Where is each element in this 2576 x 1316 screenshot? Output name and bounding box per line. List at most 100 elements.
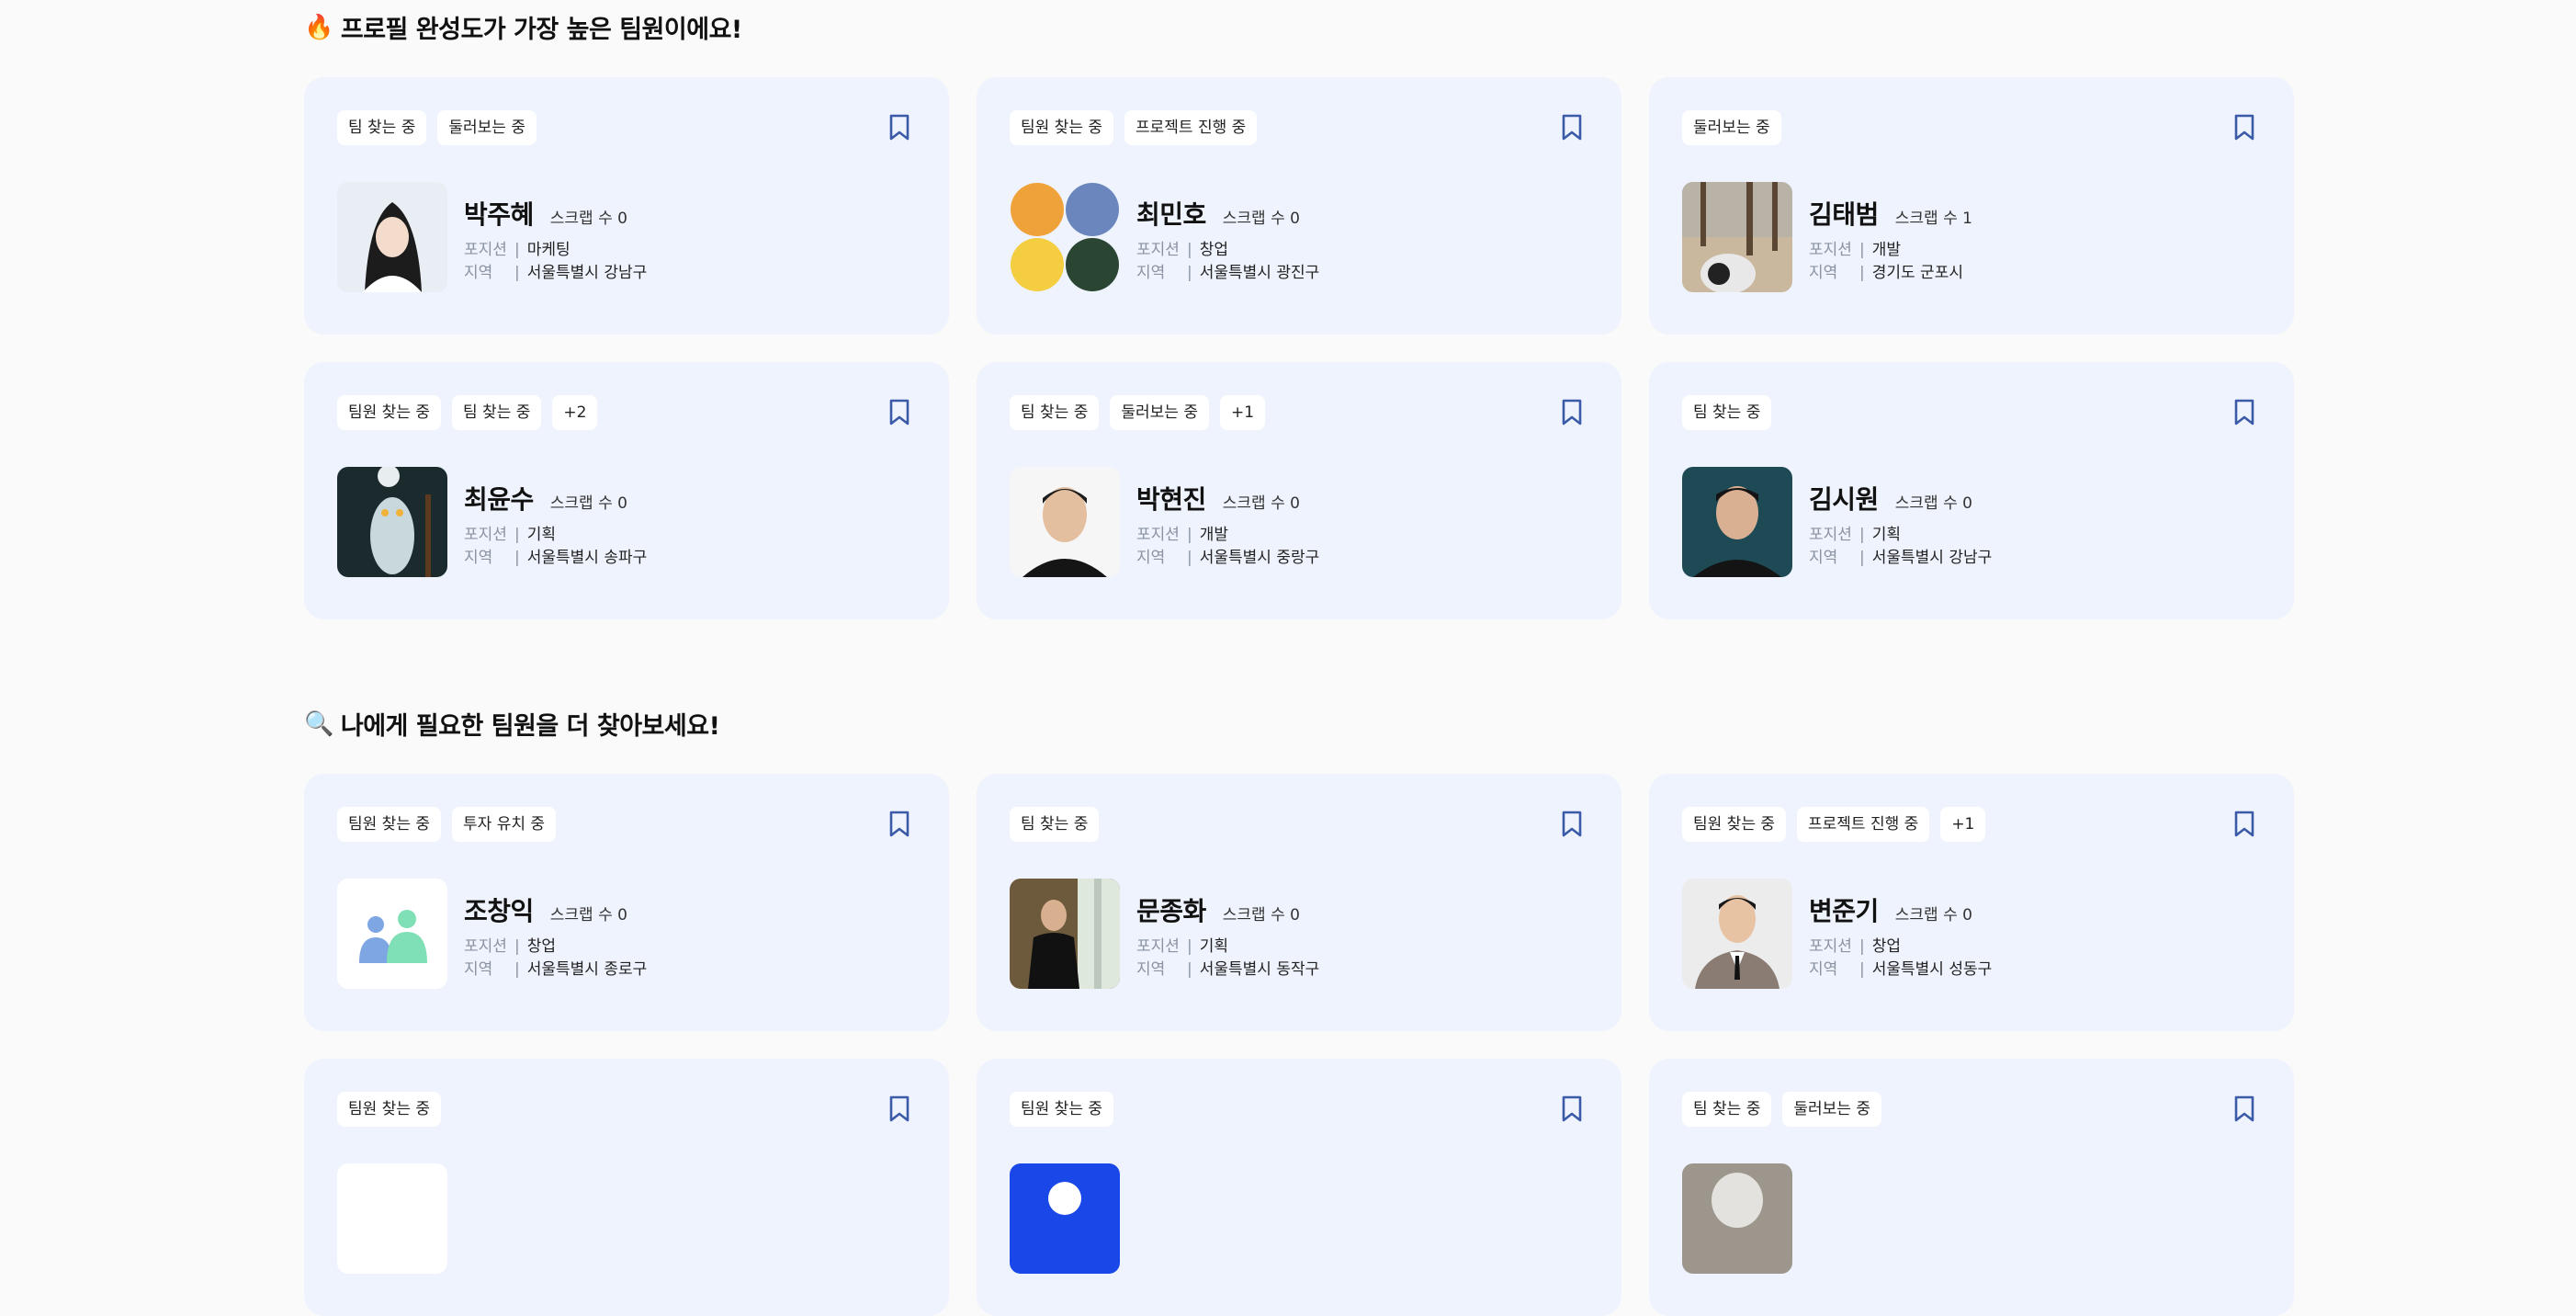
status-tag-list: 팀원 찾는 중 투자 유치 중	[337, 807, 557, 842]
member-name[interactable]: 최윤수	[464, 480, 534, 516]
region-label: 지역	[1136, 960, 1166, 979]
bookmark-icon[interactable]	[888, 1095, 910, 1123]
separator: |	[514, 264, 520, 282]
bookmark-icon[interactable]	[1561, 114, 1583, 142]
position-value: 창업	[1199, 241, 1229, 259]
avatar[interactable]	[1682, 879, 1792, 989]
profile-card[interactable]: 팀원 찾는 중 프로젝트 진행 중 +1 변준기 스크랩 수 0 포지션 | 창업 지역 | 서울특…	[1649, 774, 2294, 1031]
bookmark-icon[interactable]	[2233, 811, 2255, 838]
separator: |	[1859, 960, 1865, 979]
avatar[interactable]	[337, 182, 447, 292]
section-title: 🔍 나에게 필요한 팀원을 더 찾아보세요!	[304, 706, 720, 742]
status-tag-list: 팀 찾는 중	[1010, 807, 1100, 842]
member-name[interactable]: 조창익	[464, 891, 534, 928]
position-row: 포지션 | 기획	[1809, 524, 1992, 547]
separator: |	[1187, 526, 1192, 544]
profile-card[interactable]: 팀원 찾는 중	[977, 1059, 1621, 1316]
profile-info: 문종화 스크랩 수 0 포지션 | 기획 지역 | 서울특별시 동작구	[1136, 891, 1319, 981]
status-tag: 팀 찾는 중	[452, 395, 542, 430]
bookmark-icon[interactable]	[2233, 1095, 2255, 1123]
profile-card[interactable]: 둘러보는 중 김태범 스크랩 수 1 포지션 | 개발 지역 | 경기도 군포시	[1649, 77, 2294, 335]
name-row: 최민호 스크랩 수 0	[1136, 195, 1319, 232]
status-tag: 팀 찾는 중	[1010, 807, 1100, 842]
position-value: 창업	[1871, 937, 1902, 956]
status-tag-list: 팀 찾는 중 둘러보는 중 +1	[1010, 395, 1266, 430]
bookmark-icon[interactable]	[1561, 811, 1583, 838]
profile-card[interactable]: 팀 찾는 중 문종화 스크랩 수 0 포지션 | 기획 지역 | 서울특별시 동작구	[977, 774, 1621, 1031]
avatar[interactable]	[1682, 182, 1792, 292]
member-name[interactable]: 변준기	[1809, 891, 1879, 928]
avatar[interactable]	[337, 1163, 447, 1274]
bookmark-icon[interactable]	[888, 811, 910, 838]
profile-card[interactable]: 팀 찾는 중 둘러보는 중 박주혜 스크랩 수 0 포지션 | 마케팅 지역 | 서울특별시 강남…	[304, 77, 949, 335]
region-value: 경기도 군포시	[1871, 264, 1963, 282]
scrap-count: 스크랩 수 0	[549, 906, 627, 925]
bookmark-icon[interactable]	[1561, 399, 1583, 426]
profile-card[interactable]: 팀원 찾는 중 투자 유치 중 조창익 스크랩 수 0 포지션 | 창업 지역 | 서울특별시 종…	[304, 774, 949, 1031]
avatar[interactable]	[337, 467, 447, 577]
region-label: 지역	[1809, 264, 1838, 282]
position-label: 포지션	[1136, 526, 1180, 544]
position-label: 포지션	[464, 937, 507, 956]
avatar[interactable]	[1682, 467, 1792, 577]
profile-meta: 포지션 | 개발 지역 | 서울특별시 중랑구	[1136, 524, 1319, 570]
profile-meta: 포지션 | 창업 지역 | 서울특별시 광진구	[1136, 239, 1319, 285]
status-tag: 둘러보는 중	[1682, 110, 1781, 145]
name-row: 박현진 스크랩 수 0	[1136, 480, 1319, 516]
separator: |	[514, 526, 520, 544]
scrap-count: 스크랩 수 0	[1222, 906, 1300, 925]
status-tag: 팀 찾는 중	[1010, 395, 1100, 430]
fire-icon: 🔥	[304, 13, 333, 41]
status-tag-list: 팀 찾는 중 둘러보는 중	[1682, 1092, 1881, 1127]
status-tag: 팀원 찾는 중	[337, 807, 442, 842]
status-tag: 팀원 찾는 중	[1682, 807, 1787, 842]
profile-card[interactable]: 팀 찾는 중 김시원 스크랩 수 0 포지션 | 기획 지역 | 서울특별시 강남구	[1649, 362, 2294, 619]
bookmark-icon[interactable]	[888, 114, 910, 142]
region-label: 지역	[464, 264, 493, 282]
separator: |	[514, 549, 520, 567]
position-row: 포지션 | 창업	[1136, 239, 1319, 262]
member-name[interactable]: 최민호	[1136, 195, 1206, 232]
scrap-count: 스크랩 수 0	[1894, 494, 1972, 513]
position-label: 포지션	[1136, 241, 1180, 259]
region-row: 지역 | 서울특별시 강남구	[464, 262, 647, 285]
member-name[interactable]: 박주혜	[464, 195, 534, 232]
section-title-text: 나에게 필요한 팀원을 더 찾아보세요!	[340, 712, 720, 741]
bookmark-icon[interactable]	[1561, 1095, 1583, 1123]
scrap-count: 스크랩 수 0	[549, 210, 627, 228]
region-row: 지역 | 서울특별시 광진구	[1136, 262, 1319, 285]
bookmark-icon[interactable]	[888, 399, 910, 426]
bookmark-icon[interactable]	[2233, 114, 2255, 142]
region-value: 서울특별시 중랑구	[1199, 549, 1320, 567]
member-name[interactable]: 문종화	[1136, 891, 1206, 928]
avatar[interactable]	[1682, 1163, 1792, 1274]
member-name[interactable]: 박현진	[1136, 480, 1206, 516]
profile-card[interactable]: 팀원 찾는 중	[304, 1059, 949, 1316]
separator: |	[1187, 264, 1192, 282]
region-value: 서울특별시 동작구	[1199, 960, 1320, 979]
status-tag: +2	[552, 395, 598, 430]
member-name[interactable]: 김태범	[1809, 195, 1879, 232]
status-tag-list: 팀원 찾는 중 프로젝트 진행 중 +1	[1682, 807, 1986, 842]
avatar[interactable]	[1010, 182, 1120, 292]
status-tag: 팀원 찾는 중	[1010, 110, 1114, 145]
avatar[interactable]	[1010, 879, 1120, 989]
profile-card[interactable]: 팀 찾는 중 둘러보는 중	[1649, 1059, 2294, 1316]
profile-card[interactable]: 팀 찾는 중 둘러보는 중 +1 박현진 스크랩 수 0 포지션 | 개발 지역 | 서울특별시 중…	[977, 362, 1621, 619]
name-row: 변준기 스크랩 수 0	[1809, 891, 1992, 928]
name-row: 문종화 스크랩 수 0	[1136, 891, 1319, 928]
region-row: 지역 | 서울특별시 종로구	[464, 959, 647, 981]
profile-meta: 포지션 | 기획 지역 | 서울특별시 송파구	[464, 524, 647, 570]
avatar[interactable]	[1010, 1163, 1120, 1274]
avatar[interactable]	[1010, 467, 1120, 577]
region-label: 지역	[464, 960, 493, 979]
profile-meta: 포지션 | 마케팅 지역 | 서울특별시 강남구	[464, 239, 647, 285]
profile-card[interactable]: 팀원 찾는 중 프로젝트 진행 중 최민호 스크랩 수 0 포지션 | 창업 지역 | 서울특별시…	[977, 77, 1621, 335]
member-name[interactable]: 김시원	[1809, 480, 1879, 516]
status-tag-list: 팀원 찾는 중	[1010, 1092, 1114, 1127]
profile-card[interactable]: 팀원 찾는 중 팀 찾는 중 +2 최윤수 스크랩 수 0 포지션 | 기획 지역 | 서울특별시 …	[304, 362, 949, 619]
separator: |	[1859, 526, 1865, 544]
position-label: 포지션	[1809, 937, 1852, 956]
bookmark-icon[interactable]	[2233, 399, 2255, 426]
avatar[interactable]	[337, 879, 447, 989]
